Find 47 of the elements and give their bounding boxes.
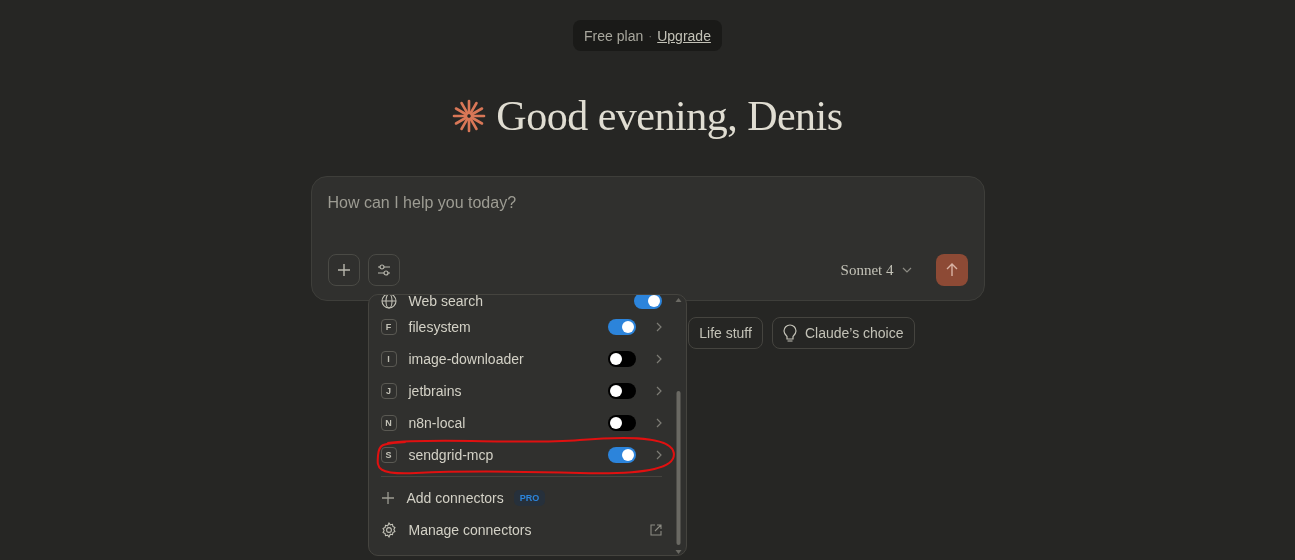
connector-item[interactable]: Web search [374,295,668,311]
toggle-switch[interactable] [633,295,662,309]
scrollbar[interactable] [674,297,682,555]
globe-icon [380,295,397,309]
plan-label: Free plan [584,27,644,44]
prompt-chip[interactable]: Life stuff [688,317,763,349]
toggle-switch[interactable] [607,351,636,367]
letter-badge: J [380,383,397,399]
separator-dot: · [648,28,653,43]
external-link-icon [649,524,662,536]
chevron-right-icon [655,418,662,428]
message-input[interactable]: How can I help you today? [327,191,728,215]
connector-item[interactable]: S sendgrid-mcp [374,439,668,471]
letter-badge: I [380,351,397,367]
settings-icon [380,522,397,538]
connector-item[interactable]: Add connectors PRO [374,482,668,514]
model-selector[interactable]: Sonnet 4 [836,256,916,284]
tools-button[interactable] [367,254,400,286]
send-button[interactable] [935,254,968,286]
connector-item[interactable]: F filesystem [374,311,668,343]
toggle-switch[interactable] [607,415,636,431]
connector-item[interactable]: Manage connectors [374,514,668,546]
toggle-switch[interactable] [607,383,636,399]
connector-item[interactable]: N n8n-local [374,407,668,439]
asterisk-logo-icon [452,99,487,133]
upgrade-link[interactable]: Upgrade [657,27,711,44]
letter-badge: F [380,319,397,335]
arrow-up-icon [945,263,958,277]
plus-icon [380,491,395,505]
chevron-down-icon [901,267,912,273]
pro-tag: PRO [513,490,546,506]
plus-icon [336,263,351,277]
connector-item[interactable]: J jetbrains [374,375,668,407]
chevron-right-icon [655,386,662,396]
chevron-right-icon [655,354,662,364]
toggle-switch[interactable] [607,447,636,463]
lightbulb-icon [782,324,797,342]
chevron-right-icon [655,450,662,460]
letter-badge: N [380,415,397,431]
chevron-right-icon [655,322,662,332]
add-button[interactable] [327,254,360,286]
prompt-chip[interactable]: Claude’s choice [771,317,915,349]
sliders-icon [376,264,391,276]
letter-badge: S [380,447,397,463]
connector-item[interactable]: I image-downloader [374,343,668,375]
greeting: Good evening, Denis [496,92,843,140]
toggle-switch[interactable] [607,319,636,335]
